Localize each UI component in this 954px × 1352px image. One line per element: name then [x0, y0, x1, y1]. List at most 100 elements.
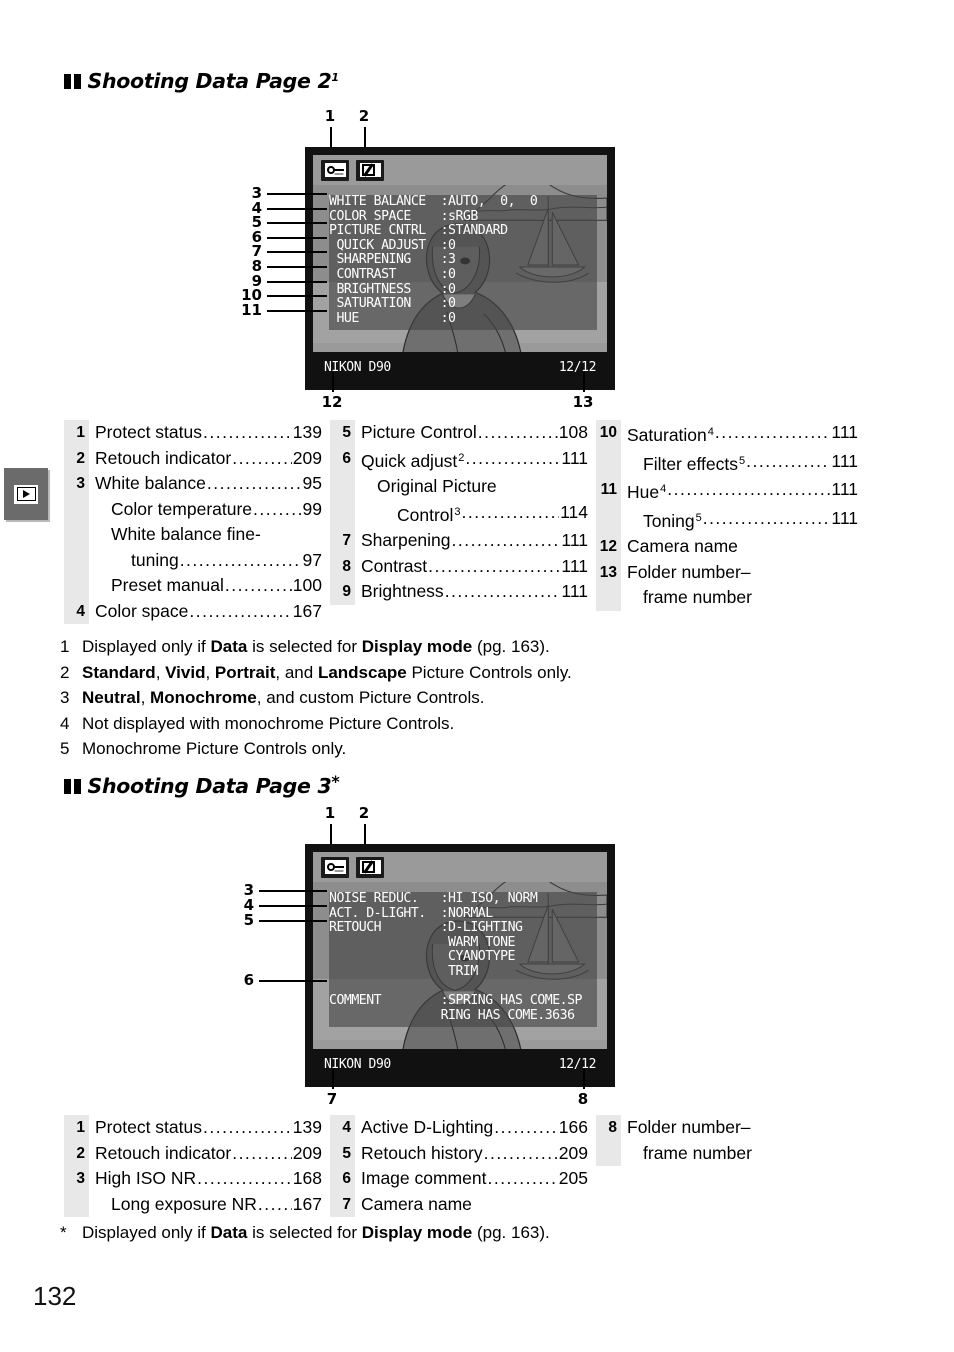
index-entry-page: 209 [558, 1142, 588, 1163]
index-entry-number: 3 [64, 1166, 89, 1192]
index-leader-dots: ........................................… [232, 1142, 292, 1163]
shooting-data-spacer [329, 1008, 441, 1023]
index-entry-label: Long exposure NR [111, 1193, 257, 1214]
index-entry-number: 4 [330, 1115, 355, 1141]
lcd-footer: NIKON D90 12/12 [313, 1049, 607, 1079]
index-entry-page: 167 [292, 1193, 322, 1214]
index-entry-text: frame number [621, 1141, 858, 1167]
index-entry-page: 168 [292, 1168, 322, 1188]
shooting-data-row: COMMENT :SPRING HAS COME.SP [329, 993, 597, 1009]
camera-name-text: NIKON D90 [324, 1056, 391, 1072]
index-entry-number [596, 1140, 621, 1166]
index-entry-label: Camera name [361, 1193, 472, 1214]
index-entry-number: 8 [596, 1115, 621, 1141]
footnote: * Displayed only if Data is selected for … [60, 1220, 780, 1246]
index-leader-dots: ........................................… [487, 1168, 558, 1188]
index-entry: 1Protect status.........................… [64, 1115, 322, 1141]
shooting-data-spacer [381, 993, 441, 1008]
index-entry-number: 1 [64, 1115, 89, 1141]
shooting-data-row: RETOUCH :D-LIGHTING [329, 920, 597, 936]
index-entry-label: Protect status [95, 1117, 202, 1137]
shooting-data-row [329, 980, 597, 995]
shooting-data-panel: NOISE REDUC. :HI ISO, NORM ACT. D-LIGHT. … [329, 891, 597, 1027]
footnote-text: Displayed only if Data is selected for D… [82, 1223, 550, 1242]
index-entry-text: Protect status..........................… [89, 1115, 322, 1141]
index-entry-label: frame number [643, 1142, 752, 1163]
folder-frame-number-text: 12/12 [558, 1056, 597, 1072]
index-entry-page: 166 [558, 1117, 588, 1137]
index-entry: frame number [596, 1140, 858, 1167]
shooting-data-value: TRIM [440, 963, 478, 979]
index-entry: 5Retouch history........................… [330, 1140, 588, 1166]
page-number: 132 [33, 1281, 77, 1311]
index-entry-number: 7 [330, 1191, 355, 1217]
lcd-callout-number: 6 [243, 971, 254, 989]
footnote-marker: * [60, 1223, 67, 1242]
shooting-data-value: :SPRING HAS COME.SP [440, 993, 583, 1009]
index-entry: 3High ISO NR............................… [64, 1166, 322, 1192]
index-entry: 6Image comment..........................… [330, 1166, 588, 1192]
retouch-icon [356, 856, 384, 878]
index-entry-text: Retouch indicator.......................… [89, 1141, 322, 1167]
shooting-data-spacer [381, 920, 441, 935]
shooting-data-label: COMMENT [329, 993, 382, 1009]
index-leader-dots: ........................................… [257, 1193, 292, 1214]
lcd-callout-number: 8 [577, 1090, 589, 1108]
index-entry-label: Folder number– [627, 1117, 751, 1137]
shooting-data-value: CYANOTYPE [440, 949, 515, 965]
index-entry-label: Image comment [361, 1168, 487, 1188]
shooting-data-row: TRIM [329, 963, 597, 980]
index-leader-dots: ........................................… [203, 1117, 292, 1137]
shooting-data-spacer [329, 964, 441, 979]
protect-key-icon [321, 856, 349, 878]
callout-leader-line [583, 1069, 585, 1089]
index-entry-number [64, 1191, 89, 1217]
index-list-2-col3: 8 Folder number– frame number [596, 1115, 858, 1166]
callout-leader-line [259, 980, 327, 982]
shooting-data-label: RETOUCH [329, 920, 382, 936]
lcd-callout-number: 1 [324, 804, 336, 822]
index-entry-label: Retouch indicator [95, 1142, 232, 1163]
index-entry: 2Retouch indicator......................… [64, 1140, 322, 1167]
index-entry-label: Active D-Lighting [361, 1117, 494, 1137]
shooting-data-label: ACT. D-LIGHT. [329, 905, 426, 921]
index-leader-dots: ........................................… [197, 1168, 292, 1188]
index-entry-label: Retouch history [361, 1142, 483, 1163]
index-entry-text: Folder number– [621, 1115, 858, 1141]
shooting-data-value: :HI ISO, NORM [440, 891, 538, 906]
callout-leader-line [259, 890, 327, 892]
index-entry-label: High ISO NR [95, 1168, 197, 1188]
lcd-callout-number: 7 [326, 1090, 338, 1108]
shooting-data-value: :NORMAL [440, 905, 494, 921]
shooting-data-row: CYANOTYPE [329, 950, 597, 965]
footnotes-2: * Displayed only if Data is selected for … [60, 1220, 780, 1246]
index-entry: 7 Camera name [330, 1191, 588, 1218]
index-entry-text: Long exposure NR........................… [89, 1192, 322, 1218]
callout-leader-line [259, 920, 327, 922]
shooting-data-row: ACT. D-LIGHT. :NORMAL [329, 905, 597, 922]
shooting-data-spacer [329, 949, 441, 964]
index-entry-text: Image comment...........................… [355, 1166, 588, 1192]
index-list-2-col1: 1Protect status.........................… [64, 1115, 322, 1217]
index-leader-dots: ........................................… [494, 1117, 558, 1137]
shooting-data-spacer [418, 891, 440, 906]
index-leader-dots: ........................................… [483, 1142, 558, 1163]
index-entry-text: High ISO NR.............................… [89, 1166, 322, 1192]
index-entry-text: Active D-Lighting.......................… [355, 1115, 588, 1141]
index-entry-page: 139 [292, 1117, 322, 1137]
shooting-data-value: WARM TONE [440, 934, 515, 950]
shooting-data-row: RING HAS COME.3636 [329, 1007, 597, 1024]
shooting-data-value: :D-LIGHTING [440, 920, 523, 936]
index-entry-page: 209 [292, 1142, 322, 1163]
callout-leader-line [259, 905, 327, 907]
index-entry-number: 2 [64, 1140, 89, 1166]
index-entry-text: Camera name [355, 1192, 588, 1218]
callout-leader-line [332, 1069, 334, 1089]
lcd-callout-number: 2 [358, 804, 370, 822]
camera-lcd-screen: NOISE REDUC. :HI ISO, NORM ACT. D-LIGHT. … [305, 844, 615, 1087]
shooting-data-spacer [426, 906, 441, 921]
shooting-data-spacer [329, 979, 441, 994]
shooting-data-value: RING HAS COME.3636 [440, 1007, 575, 1023]
shooting-data-row: WARM TONE [329, 934, 597, 951]
index-entry-number: 6 [330, 1166, 355, 1192]
